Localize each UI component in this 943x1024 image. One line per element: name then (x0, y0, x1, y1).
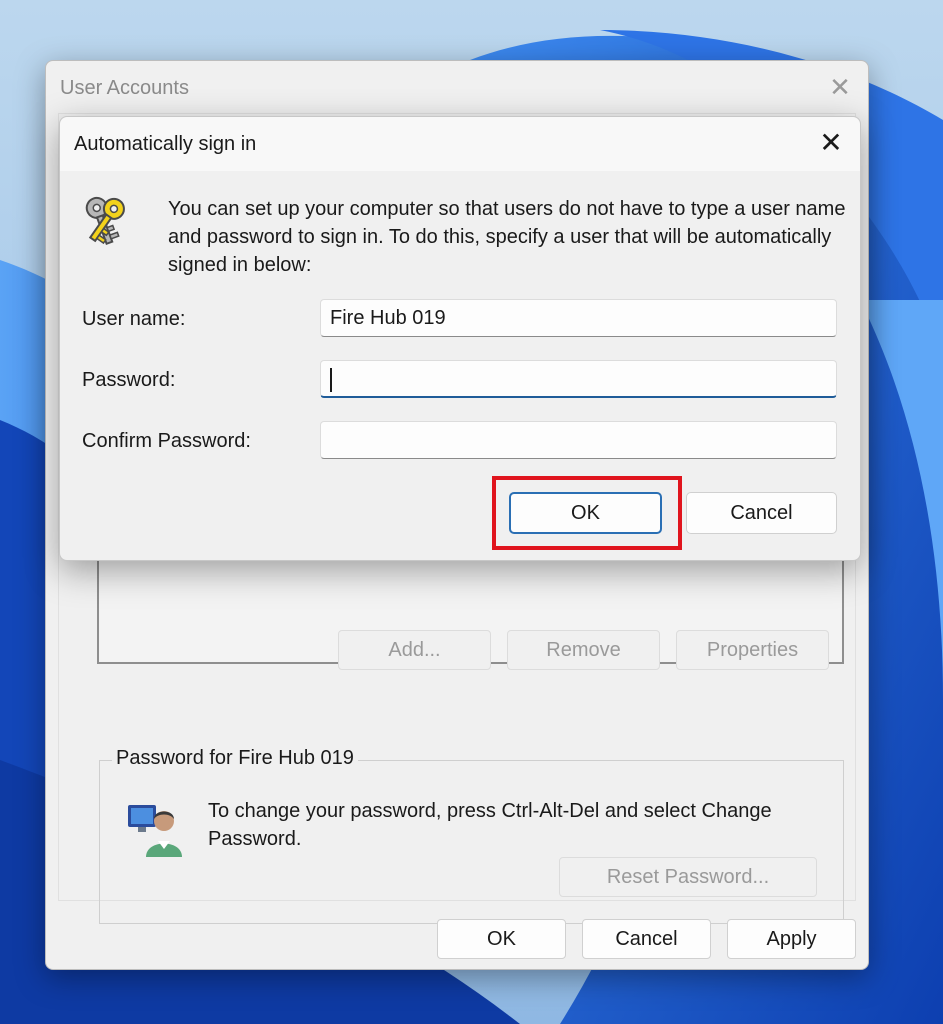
parent-cancel-button[interactable]: Cancel (582, 919, 711, 959)
reset-password-button[interactable]: Reset Password... (559, 857, 817, 897)
password-input[interactable] (320, 360, 837, 398)
keys-icon (80, 191, 142, 258)
user-name-input[interactable] (320, 299, 837, 337)
add-user-button[interactable]: Add... (338, 630, 491, 670)
dialog-message: You can set up your computer so that use… (168, 198, 846, 276)
text-caret (330, 368, 332, 392)
user-accounts-titlebar: User Accounts ✕ (46, 61, 868, 117)
parent-ok-button[interactable]: OK (437, 919, 566, 959)
password-change-instructions: To change your password, press Ctrl-Alt-… (208, 800, 772, 850)
password-group: Password for Fire Hub 019 To change your… (99, 747, 844, 924)
properties-button[interactable]: Properties (676, 630, 829, 670)
user-accounts-close-icon[interactable]: ✕ (826, 73, 854, 101)
ok-button-highlight (492, 476, 682, 550)
user-accounts-title: User Accounts (60, 77, 189, 99)
user-computer-icon (126, 799, 186, 864)
dialog-cancel-button[interactable]: Cancel (686, 492, 837, 534)
remove-user-button[interactable]: Remove (507, 630, 660, 670)
dialog-titlebar: Automatically sign in ✕ (60, 117, 860, 171)
user-name-label: User name: (82, 308, 186, 330)
apply-button[interactable]: Apply (727, 919, 856, 959)
confirm-password-input[interactable] (320, 421, 837, 459)
password-group-legend: Password for Fire Hub 019 (112, 747, 358, 770)
dialog-close-icon[interactable]: ✕ (816, 128, 846, 158)
automatically-sign-in-dialog: Automatically sign in ✕ You can set up y… (59, 116, 861, 561)
confirm-password-label: Confirm Password: (82, 430, 251, 452)
dialog-title: Automatically sign in (74, 133, 257, 155)
password-label: Password: (82, 369, 176, 391)
